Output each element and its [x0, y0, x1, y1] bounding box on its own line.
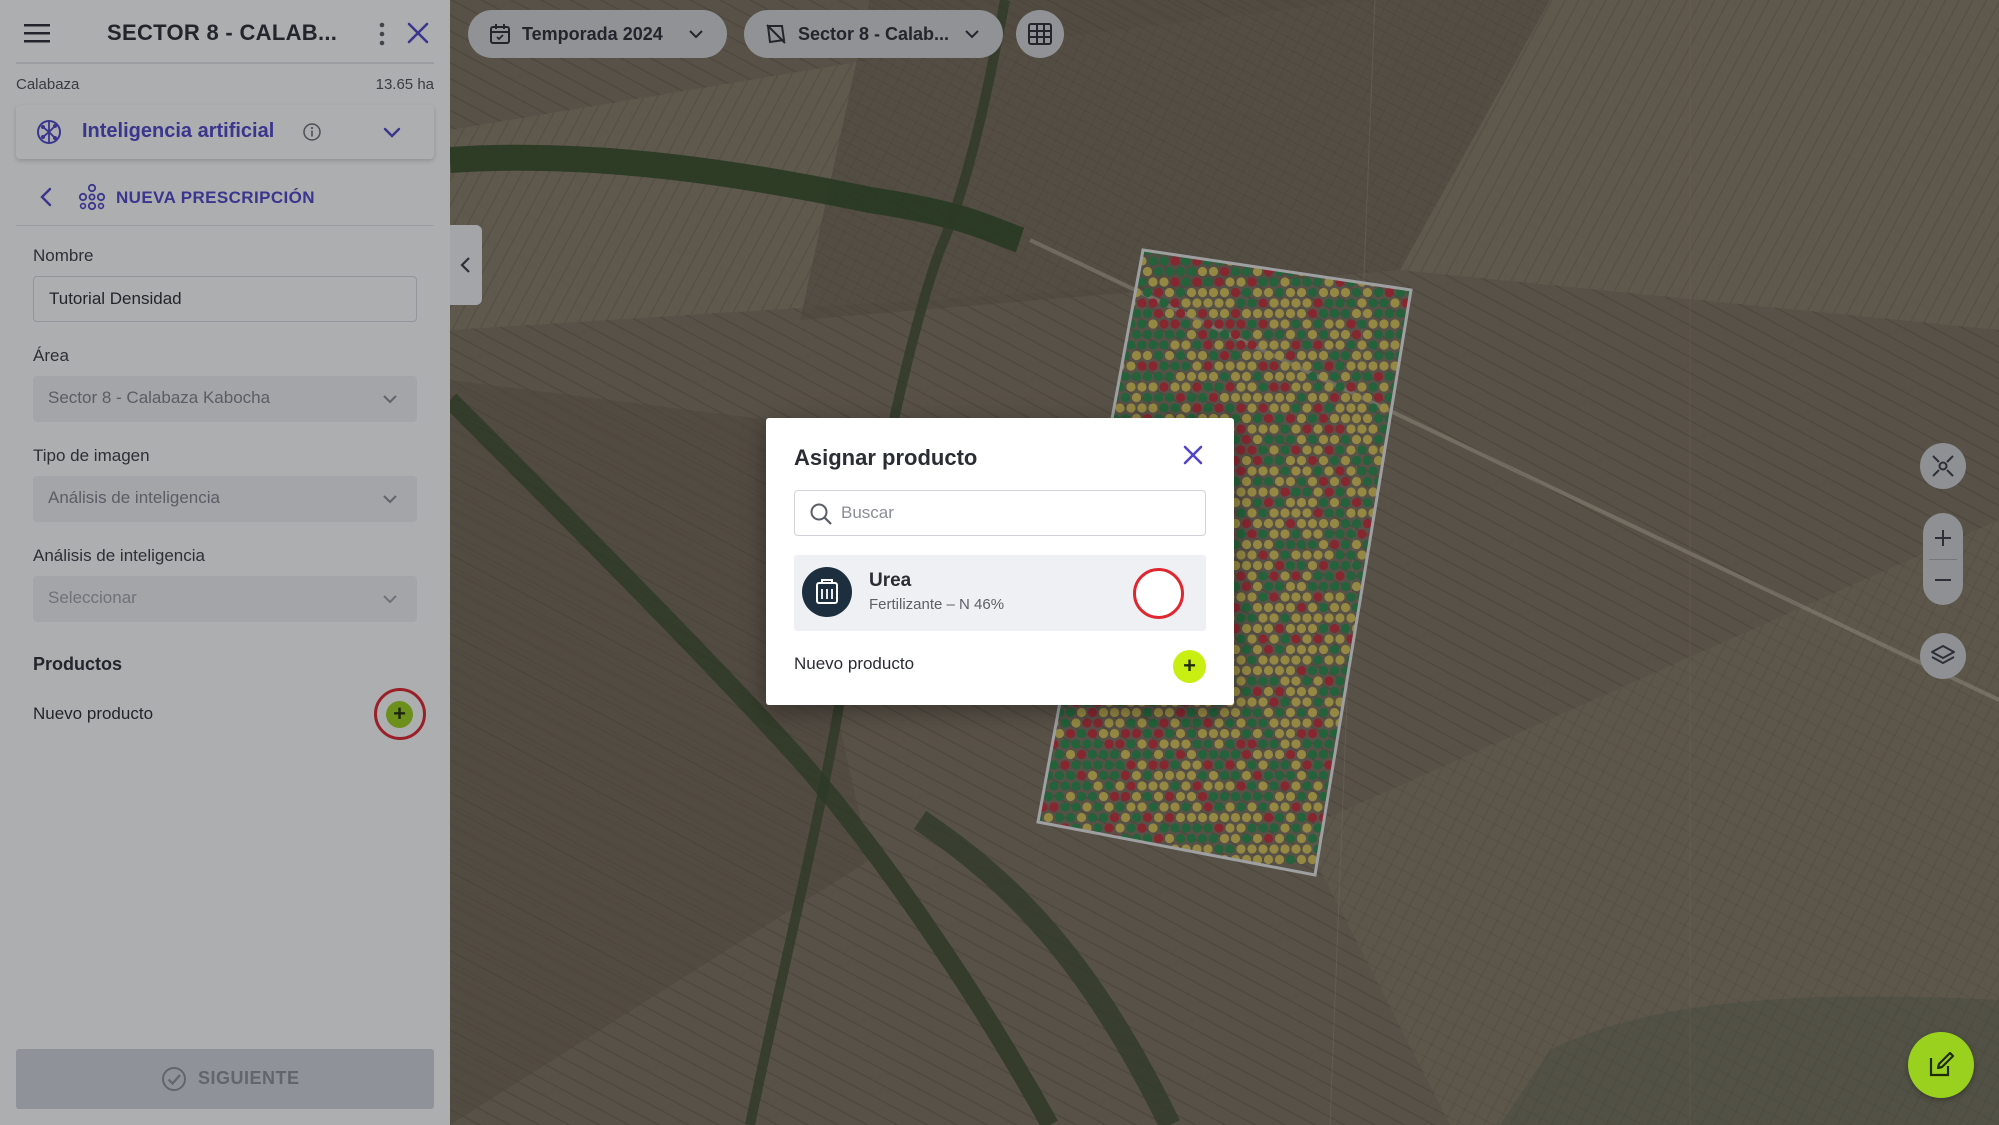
product-avatar [802, 567, 852, 617]
edit-button[interactable] [1908, 1032, 1974, 1098]
search-icon [810, 503, 832, 525]
product-icon [816, 579, 838, 604]
product-list-item[interactable]: Urea Fertilizante – N 46% [794, 555, 1206, 631]
new-product-label: Nuevo producto [794, 654, 915, 673]
search-box[interactable] [794, 490, 1206, 536]
close-icon[interactable] [1181, 443, 1205, 467]
product-name: Urea [869, 570, 912, 591]
search-input[interactable] [841, 501, 1191, 525]
dialog-title: Asignar producto [794, 445, 978, 470]
assign-product-dialog: Asignar producto Urea Fertilizante – N 4… [766, 418, 1234, 705]
edit-icon [1929, 1051, 1955, 1077]
product-select-radio[interactable] [1133, 568, 1184, 619]
product-description: Fertilizante – N 46% [869, 596, 1005, 613]
add-new-product-button[interactable]: + [1173, 650, 1206, 683]
